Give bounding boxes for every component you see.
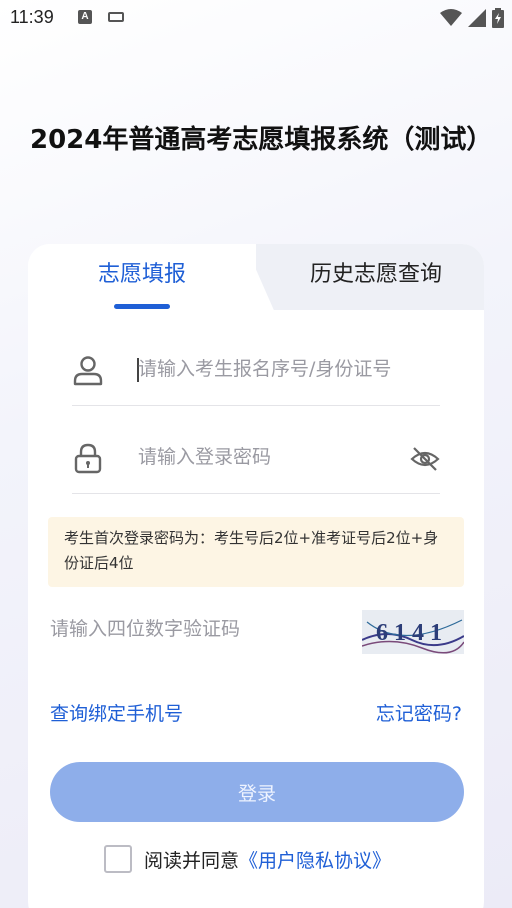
privacy-policy-link[interactable]: 《用户隐私协议》 xyxy=(239,846,391,873)
signal-icon xyxy=(468,9,486,27)
first-login-notice: 考生首次登录密码为：考生号后2位+准考证号后2位+身份证后4位 xyxy=(48,517,464,587)
page-title: 2024年普通高考志愿填报系统（测试） xyxy=(30,125,493,155)
user-icon xyxy=(73,356,103,386)
agreement-text: 阅读并同意 xyxy=(144,849,240,872)
captcha-input[interactable] xyxy=(50,614,350,644)
status-right-icons xyxy=(440,8,504,28)
id-field xyxy=(72,346,440,406)
status-time: 11:39 xyxy=(10,7,54,27)
notification-a-icon: A xyxy=(78,10,92,24)
tab-volunteer-fill[interactable]: 志愿填报 xyxy=(28,260,256,290)
wifi-icon xyxy=(440,9,462,26)
lock-icon xyxy=(74,443,102,474)
keyboard-icon xyxy=(108,12,124,22)
captcha-image[interactable]: 6141 xyxy=(362,610,464,654)
agreement-row: 阅读并同意 《用户隐私协议》 xyxy=(104,844,391,874)
bind-phone-link[interactable]: 查询绑定手机号 xyxy=(50,699,183,726)
active-tab-indicator xyxy=(114,304,170,309)
tab-history-query[interactable]: 历史志愿查询 xyxy=(268,260,484,290)
captcha-text: 6141 xyxy=(376,620,448,646)
login-button[interactable]: 登录 xyxy=(50,762,464,822)
password-input[interactable] xyxy=(138,442,418,472)
eye-off-icon[interactable] xyxy=(410,444,440,474)
tab-bar: 志愿填报 历史志愿查询 xyxy=(28,244,484,324)
login-card: 志愿填报 历史志愿查询 考生首次登录密码为：考生号后2位+准考证号后2位+身份证… xyxy=(28,244,484,908)
forgot-password-link[interactable]: 忘记密码? xyxy=(376,699,462,726)
status-bar: 11:39 A xyxy=(0,0,512,36)
battery-charging-icon xyxy=(492,8,504,28)
id-input[interactable] xyxy=(138,354,418,384)
password-field xyxy=(72,434,440,494)
agreement-checkbox[interactable] xyxy=(104,845,132,873)
